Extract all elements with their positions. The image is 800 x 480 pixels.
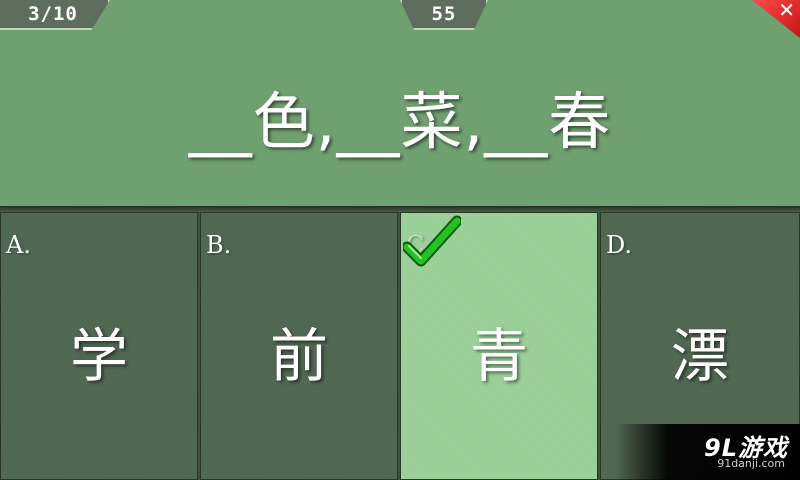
option-c-button[interactable]: C. 青 bbox=[400, 212, 598, 480]
timer-text: 55 bbox=[431, 3, 457, 25]
option-character: 青 bbox=[469, 322, 528, 390]
question-text: __色,__菜,__春 bbox=[188, 85, 612, 158]
option-b-button[interactable]: B. 前 bbox=[200, 212, 398, 480]
watermark-url: 91danji.com bbox=[717, 457, 785, 470]
option-character: 学 bbox=[69, 322, 128, 390]
option-character: 漂 bbox=[670, 322, 729, 390]
option-letter: D. bbox=[606, 231, 633, 259]
checkmark-icon bbox=[403, 215, 461, 267]
progress-indicator: 3/10 bbox=[0, 0, 110, 30]
option-letter: B. bbox=[206, 231, 232, 259]
progress-text: 3/10 bbox=[28, 3, 78, 25]
option-a-button[interactable]: A. 学 bbox=[0, 212, 198, 480]
watermark: 9L游戏 91danji.com bbox=[615, 424, 800, 480]
close-icon: ✕ bbox=[778, 0, 795, 22]
option-character: 前 bbox=[269, 322, 328, 390]
timer-indicator: 55 bbox=[400, 0, 488, 30]
option-letter: A. bbox=[6, 231, 31, 259]
